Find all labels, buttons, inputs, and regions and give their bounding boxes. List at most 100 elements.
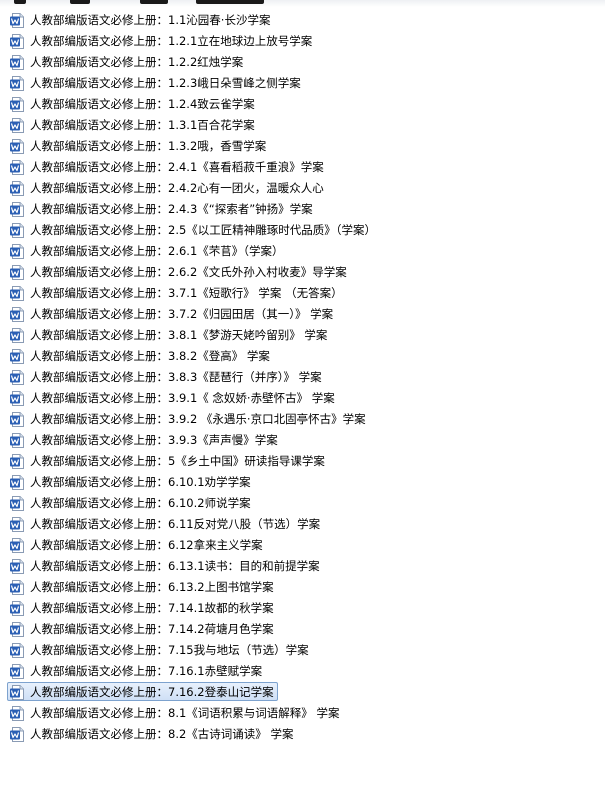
word-document-icon: [10, 307, 24, 322]
file-name: 人教部编版语文必修上册：2.4.1《喜看稻菽千重浪》学案: [30, 160, 324, 174]
word-document-icon: [10, 55, 24, 70]
file-list-item[interactable]: 人教部编版语文必修上册：1.3.1百合花学案: [0, 115, 605, 136]
file-list-item[interactable]: 人教部编版语文必修上册：7.14.2荷塘月色学案: [0, 619, 605, 640]
file-list-item[interactable]: 人教部编版语文必修上册：3.7.1《短歌行》 学案 （无答案）: [0, 283, 605, 304]
file-name: 人教部编版语文必修上册：1.3.1百合花学案: [30, 118, 255, 132]
word-document-icon: [10, 13, 24, 28]
file-list-item[interactable]: 人教部编版语文必修上册：2.4.3《“探索者”钟扬》学案: [0, 199, 605, 220]
word-document-icon: [10, 580, 24, 595]
word-document-icon: [10, 517, 24, 532]
file-list-item[interactable]: 人教部编版语文必修上册：7.15我与地坛（节选）学案: [0, 640, 605, 661]
file-list-item[interactable]: 人教部编版语文必修上册：5《乡土中国》研读指导课学案: [0, 451, 605, 472]
file-name: 人教部编版语文必修上册：6.13.1读书：目的和前提学案: [30, 559, 320, 573]
file-list-item[interactable]: 人教部编版语文必修上册：7.16.1赤壁赋学案: [0, 661, 605, 682]
file-list-item[interactable]: 人教部编版语文必修上册：6.10.1劝学学案: [0, 472, 605, 493]
word-document-icon: [10, 181, 24, 196]
file-list-item[interactable]: 人教部编版语文必修上册：3.8.1《梦游天姥吟留别》 学案: [0, 325, 605, 346]
word-document-icon: [10, 139, 24, 154]
word-document-icon: [10, 76, 24, 91]
file-name: 人教部编版语文必修上册：7.16.1赤壁赋学案: [30, 664, 263, 678]
file-name: 人教部编版语文必修上册：3.8.2《登高》 学案: [30, 349, 270, 363]
file-list-item[interactable]: 人教部编版语文必修上册：3.9.2 《永遇乐·京口北固亭怀古》学案: [0, 409, 605, 430]
word-document-icon: [10, 391, 24, 406]
file-list-item[interactable]: 人教部编版语文必修上册：3.7.2《归园田居（其一）》 学案: [0, 304, 605, 325]
file-name: 人教部编版语文必修上册：8.1《词语积累与词语解释》 学案: [30, 706, 340, 720]
word-document-icon: [10, 412, 24, 427]
file-name: 人教部编版语文必修上册：3.8.1《梦游天姥吟留别》 学案: [30, 328, 328, 342]
file-list-item[interactable]: 人教部编版语文必修上册：1.2.3峨日朵雪峰之侧学案: [0, 73, 605, 94]
file-name: 人教部编版语文必修上册：3.7.1《短歌行》 学案 （无答案）: [30, 286, 343, 300]
file-name: 人教部编版语文必修上册：8.2《古诗词诵读》 学案: [30, 727, 294, 741]
file-name: 人教部编版语文必修上册：2.5《以工匠精神雕琢时代品质》（学案）: [30, 223, 377, 237]
file-name: 人教部编版语文必修上册：6.10.2师说学案: [30, 496, 251, 510]
word-document-icon: [10, 685, 24, 700]
file-list-item[interactable]: 人教部编版语文必修上册：3.8.3《琵琶行（并序）》 学案: [0, 367, 605, 388]
file-name: 人教部编版语文必修上册：1.3.2哦，香雪学案: [30, 139, 267, 153]
file-list-item[interactable]: 人教部编版语文必修上册：2.4.2心有一团火，温暖众人心: [0, 178, 605, 199]
file-name: 人教部编版语文必修上册：6.12拿来主义学案: [30, 538, 263, 552]
file-name: 人教部编版语文必修上册：1.2.1立在地球边上放号学案: [30, 34, 313, 48]
file-list-item[interactable]: 人教部编版语文必修上册：2.6.2《文氏外孙入村收麦》导学案: [0, 262, 605, 283]
file-name: 人教部编版语文必修上册：1.2.3峨日朵雪峰之侧学案: [30, 76, 301, 90]
word-document-icon: [10, 622, 24, 637]
header-fragment: [70, 0, 90, 4]
word-document-icon: [10, 370, 24, 385]
file-name: 人教部编版语文必修上册：6.13.2上图书馆学案: [30, 580, 274, 594]
word-document-icon: [10, 601, 24, 616]
file-list-item[interactable]: 人教部编版语文必修上册：8.1《词语积累与词语解释》 学案: [0, 703, 605, 724]
file-name: 人教部编版语文必修上册：7.14.1故都的秋学案: [30, 601, 274, 615]
word-document-icon: [10, 349, 24, 364]
file-list-item[interactable]: 人教部编版语文必修上册：6.12拿来主义学案: [0, 535, 605, 556]
file-name: 人教部编版语文必修上册：1.2.2红烛学案: [30, 55, 244, 69]
file-list-item[interactable]: 人教部编版语文必修上册：1.1沁园春·长沙学案: [0, 10, 605, 31]
file-name: 人教部编版语文必修上册：2.4.2心有一团火，温暖众人心: [30, 181, 324, 195]
file-list-item[interactable]: 人教部编版语文必修上册：3.9.1《 念奴娇·赤壁怀古》 学案: [0, 388, 605, 409]
word-document-icon: [10, 328, 24, 343]
word-document-icon: [10, 34, 24, 49]
word-document-icon: [10, 244, 24, 259]
word-document-icon: [10, 286, 24, 301]
file-list-item[interactable]: 人教部编版语文必修上册：3.9.3《声声慢》学案: [0, 430, 605, 451]
file-name: 人教部编版语文必修上册：3.9.1《 念奴娇·赤壁怀古》 学案: [30, 391, 335, 405]
file-list: 人教部编版语文必修上册：1.1沁园春·长沙学案 人教部编版语文必修上册：1.2.…: [0, 10, 605, 745]
file-list-item[interactable]: 人教部编版语文必修上册：6.13.1读书：目的和前提学案: [0, 556, 605, 577]
word-document-icon: [10, 454, 24, 469]
file-list-item[interactable]: 人教部编版语文必修上册：6.10.2师说学案: [0, 493, 605, 514]
file-name: 人教部编版语文必修上册：2.6.1《芣苢》（学案）: [30, 244, 284, 258]
word-document-icon: [10, 202, 24, 217]
header-shade: [0, 0, 605, 7]
cut-off-header-strip: [0, 0, 605, 7]
file-list-item[interactable]: 人教部编版语文必修上册：2.5《以工匠精神雕琢时代品质》（学案）: [0, 220, 605, 241]
file-list-item[interactable]: 人教部编版语文必修上册：7.14.1故都的秋学案: [0, 598, 605, 619]
word-document-icon: [10, 118, 24, 133]
file-list-item[interactable]: 人教部编版语文必修上册：1.2.2红烛学案: [0, 52, 605, 73]
file-list-item[interactable]: 人教部编版语文必修上册：6.13.2上图书馆学案: [0, 577, 605, 598]
file-name: 人教部编版语文必修上册：3.8.3《琵琶行（并序）》 学案: [30, 370, 322, 384]
word-document-icon: [10, 538, 24, 553]
file-name: 人教部编版语文必修上册：7.16.2登泰山记学案: [30, 685, 274, 699]
word-document-icon: [10, 223, 24, 238]
file-list-item[interactable]: 人教部编版语文必修上册：1.2.4致云雀学案: [0, 94, 605, 115]
word-document-icon: [10, 433, 24, 448]
header-fragment: [140, 0, 168, 4]
word-document-icon: [10, 496, 24, 511]
file-name: 人教部编版语文必修上册：2.4.3《“探索者”钟扬》学案: [30, 202, 313, 216]
file-list-item-selected[interactable]: 人教部编版语文必修上册：7.16.2登泰山记学案: [0, 682, 605, 703]
file-list-item[interactable]: 人教部编版语文必修上册：6.11反对党八股（节选）学案: [0, 514, 605, 535]
file-name: 人教部编版语文必修上册：6.11反对党八股（节选）学案: [30, 517, 321, 531]
file-list-item[interactable]: 人教部编版语文必修上册：1.3.2哦，香雪学案: [0, 136, 605, 157]
file-list-item[interactable]: 人教部编版语文必修上册：2.6.1《芣苢》（学案）: [0, 241, 605, 262]
word-document-icon: [10, 727, 24, 742]
file-list-item[interactable]: 人教部编版语文必修上册：1.2.1立在地球边上放号学案: [0, 31, 605, 52]
file-name: 人教部编版语文必修上册：1.1沁园春·长沙学案: [30, 13, 271, 27]
file-name: 人教部编版语文必修上册：5《乡土中国》研读指导课学案: [30, 454, 325, 468]
file-name: 人教部编版语文必修上册：7.14.2荷塘月色学案: [30, 622, 274, 636]
word-document-icon: [10, 265, 24, 280]
word-document-icon: [10, 559, 24, 574]
file-name: 人教部编版语文必修上册：7.15我与地坛（节选）学案: [30, 643, 309, 657]
file-list-item[interactable]: 人教部编版语文必修上册：3.8.2《登高》 学案: [0, 346, 605, 367]
file-list-item[interactable]: 人教部编版语文必修上册：2.4.1《喜看稻菽千重浪》学案: [0, 157, 605, 178]
file-list-item[interactable]: 人教部编版语文必修上册：8.2《古诗词诵读》 学案: [0, 724, 605, 745]
word-document-icon: [10, 706, 24, 721]
file-name: 人教部编版语文必修上册：3.7.2《归园田居（其一）》 学案: [30, 307, 334, 321]
